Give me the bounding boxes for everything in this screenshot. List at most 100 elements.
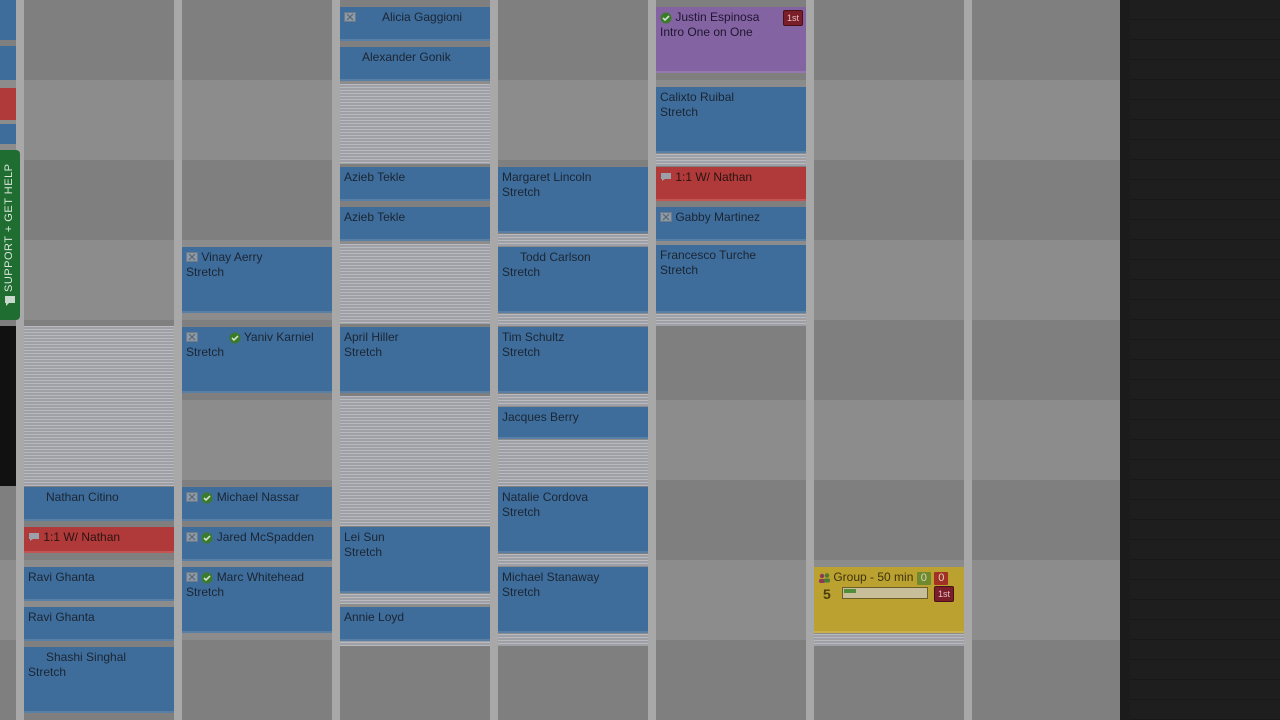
first-visit-badge: 1st xyxy=(933,586,954,602)
check-in-icon xyxy=(201,572,213,584)
appointment-client-name: 1:1 W/ Nathan xyxy=(675,170,753,184)
blocked-time xyxy=(498,440,648,486)
appointment-client-name: Yaniv Karniel xyxy=(243,330,314,344)
appointment-client-name: Michael Nassar xyxy=(216,490,300,504)
blocked-time xyxy=(656,154,806,166)
no-show-icon xyxy=(186,572,198,582)
appointment-client-name: Margaret Lincoln xyxy=(502,170,592,184)
blocked-time xyxy=(340,84,490,164)
staff-column-7 xyxy=(972,0,1122,720)
appointment-client-name: Lei Sun xyxy=(344,530,385,544)
blocked-time xyxy=(340,396,490,526)
checked-in-count: 0 xyxy=(916,572,931,585)
class-capacity: 5 xyxy=(823,586,831,602)
appointment-block[interactable]: Jacques Berry xyxy=(498,407,648,439)
staff-column-2: Vinay Aerry Stretch Yaniv Karniel Stretc… xyxy=(182,0,332,720)
note-block[interactable] xyxy=(0,88,16,120)
note-block[interactable]: 1:1 W/ Nathan xyxy=(24,527,174,553)
appointment-block[interactable]: Francesco Turche Stretch xyxy=(656,245,806,313)
appointment-client-name: Shashi Singhal xyxy=(46,650,127,664)
appointment-block[interactable]: Ravi Ghanta xyxy=(24,607,174,641)
appointment-client-name: Nathan Citino xyxy=(46,490,119,504)
appointment-client-name: Ravi Ghanta xyxy=(28,570,95,584)
appointment-service: Stretch xyxy=(502,505,541,519)
appointment-block[interactable]: Todd Carlson Stretch xyxy=(498,247,648,313)
staff-column-4: Margaret Lincoln Stretch Todd Carlson St… xyxy=(498,0,648,720)
appointment-block[interactable]: Tim Schultz Stretch xyxy=(498,327,648,393)
appointment-block[interactable]: Nathan Citino xyxy=(24,487,174,521)
comment-icon xyxy=(660,172,672,182)
unavailable-block xyxy=(0,326,16,486)
appointment-service: Stretch xyxy=(502,265,541,279)
appointment-block[interactable]: Marc Whitehead Stretch xyxy=(182,567,332,633)
staff-column-1: Nathan Citino 1:1 W/ Nathan Ravi Ghanta … xyxy=(24,0,174,720)
check-in-icon xyxy=(201,532,213,544)
appointment-block[interactable]: Michael Stanaway Stretch xyxy=(498,567,648,633)
appointment-block[interactable]: Gabby Martinez xyxy=(656,207,806,241)
appointment-service: Stretch xyxy=(344,545,383,559)
comment-icon xyxy=(28,532,40,542)
appointment-block[interactable]: Alicia Gaggioni xyxy=(340,7,490,41)
appointment-block[interactable]: Jared McSpadden xyxy=(182,527,332,561)
appointment-block[interactable]: Lei Sun Stretch xyxy=(340,527,490,593)
appointment-block[interactable]: Justin Espinosa Intro One on One 1st xyxy=(656,7,806,73)
appointment-service: Stretch xyxy=(660,105,699,119)
appointment-client-name: Michael Stanaway xyxy=(502,570,600,584)
side-rail xyxy=(1120,0,1130,720)
appointment-block[interactable]: Azieb Tekle xyxy=(340,207,490,241)
blocked-time xyxy=(656,314,806,326)
blocked-time xyxy=(814,634,964,646)
appointment-block[interactable]: Natalie Cordova Stretch xyxy=(498,487,648,553)
no-show-icon xyxy=(660,212,672,222)
appointment-block[interactable]: Michael Nassar xyxy=(182,487,332,521)
appointment-block[interactable]: Azieb Tekle xyxy=(340,167,490,201)
blocked-time xyxy=(340,594,490,604)
check-in-icon xyxy=(660,12,672,24)
appointment-client-name: Calixto Ruibal xyxy=(660,90,735,104)
no-show-icon xyxy=(186,332,198,342)
first-visit-badge: 1st xyxy=(782,10,803,26)
support-help-tab[interactable]: SUPPORT + GET HELP xyxy=(0,150,20,320)
appointment-client-name: April Hiller xyxy=(344,330,399,344)
blocked-time xyxy=(340,244,490,324)
appointment-block[interactable]: Alexander Gonik xyxy=(340,47,490,81)
appointment-block[interactable]: Calixto Ruibal Stretch xyxy=(656,87,806,153)
appointment-service: Stretch xyxy=(186,265,225,279)
class-title: Group - 50 min xyxy=(833,570,914,584)
appointment-block[interactable]: April Hiller Stretch xyxy=(340,327,490,393)
note-block[interactable]: 1:1 W/ Nathan xyxy=(656,167,806,201)
appointment-client-name: Francesco Turche xyxy=(660,248,757,262)
appointment-block[interactable]: Vinay Aerry Stretch xyxy=(182,247,332,313)
no-show-count: 0 xyxy=(934,572,949,585)
blocked-time xyxy=(498,394,648,406)
appointment-block[interactable] xyxy=(0,124,16,144)
appointment-client-name: Justin Espinosa xyxy=(675,10,760,24)
blocked-time xyxy=(498,554,648,566)
appointment-block[interactable]: Ravi Ghanta xyxy=(24,567,174,601)
appointment-client-name: Natalie Cordova xyxy=(502,490,589,504)
appointment-block[interactable]: Yaniv Karniel Stretch xyxy=(182,327,332,393)
appointment-block[interactable] xyxy=(0,0,16,40)
appointment-client-name: Azieb Tekle xyxy=(344,170,406,184)
appointment-block[interactable]: Shashi Singhal Stretch xyxy=(24,647,174,713)
appointment-client-name: Marc Whitehead xyxy=(216,570,305,584)
no-show-icon xyxy=(186,252,198,262)
appointment-block[interactable] xyxy=(0,46,16,80)
schedule-board: Nathan Citino 1:1 W/ Nathan Ravi Ghanta … xyxy=(0,0,1130,720)
no-show-icon xyxy=(186,492,198,502)
appointment-client-name: Jared McSpadden xyxy=(216,530,315,544)
group-class-block[interactable]: Group - 50 min 0 0 5 1st xyxy=(814,567,964,633)
appointment-block[interactable]: Margaret Lincoln Stretch xyxy=(498,167,648,233)
enrollment-progress-bar xyxy=(842,587,928,599)
appointment-client-name: 1:1 W/ Nathan xyxy=(43,530,121,544)
appointment-service: Stretch xyxy=(28,665,67,679)
appointment-client-name: Gabby Martinez xyxy=(675,210,761,224)
appointment-client-name: Alexander Gonik xyxy=(362,50,451,64)
appointment-block[interactable]: Annie Loyd xyxy=(340,607,490,641)
side-panel xyxy=(1130,0,1280,720)
appointment-service: Intro One on One xyxy=(660,25,753,39)
blocked-time xyxy=(24,326,174,486)
appointment-service: Stretch xyxy=(660,263,699,277)
blocked-time xyxy=(498,634,648,646)
support-tab-label: SUPPORT + GET HELP xyxy=(3,163,15,292)
